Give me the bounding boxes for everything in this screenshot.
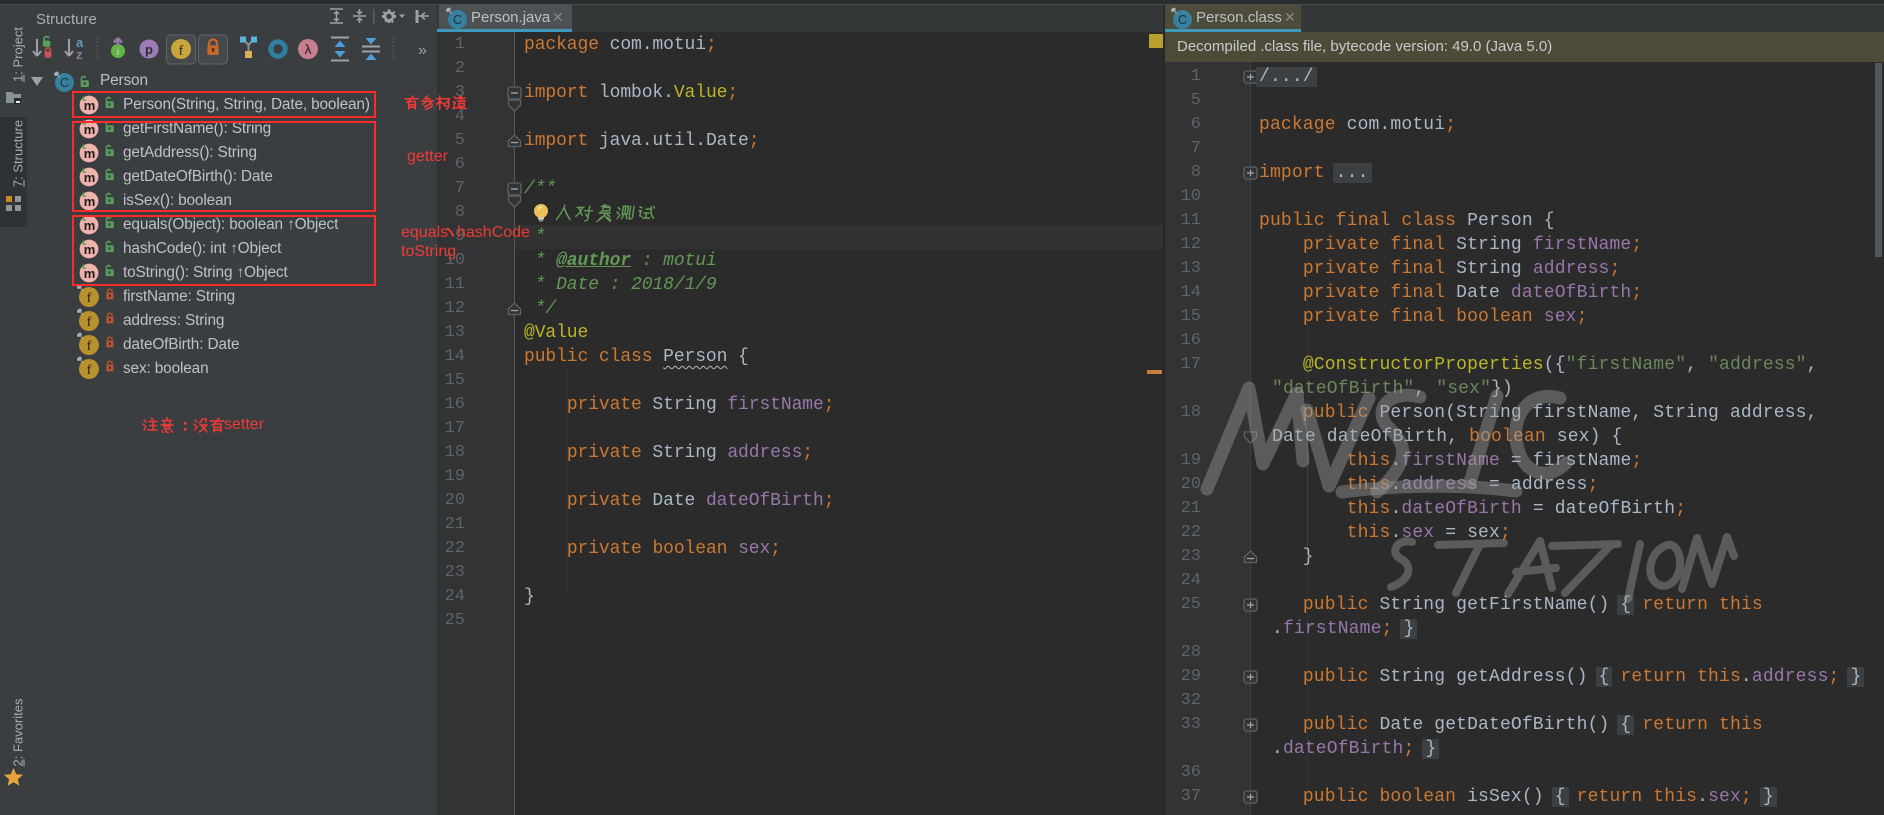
svg-text:λ: λ bbox=[305, 42, 312, 57]
svg-text:p: p bbox=[145, 42, 153, 57]
svg-text:»: » bbox=[418, 42, 427, 59]
svg-text:f: f bbox=[179, 44, 184, 59]
svg-text:i: i bbox=[117, 47, 119, 57]
svg-text:z: z bbox=[76, 47, 83, 62]
